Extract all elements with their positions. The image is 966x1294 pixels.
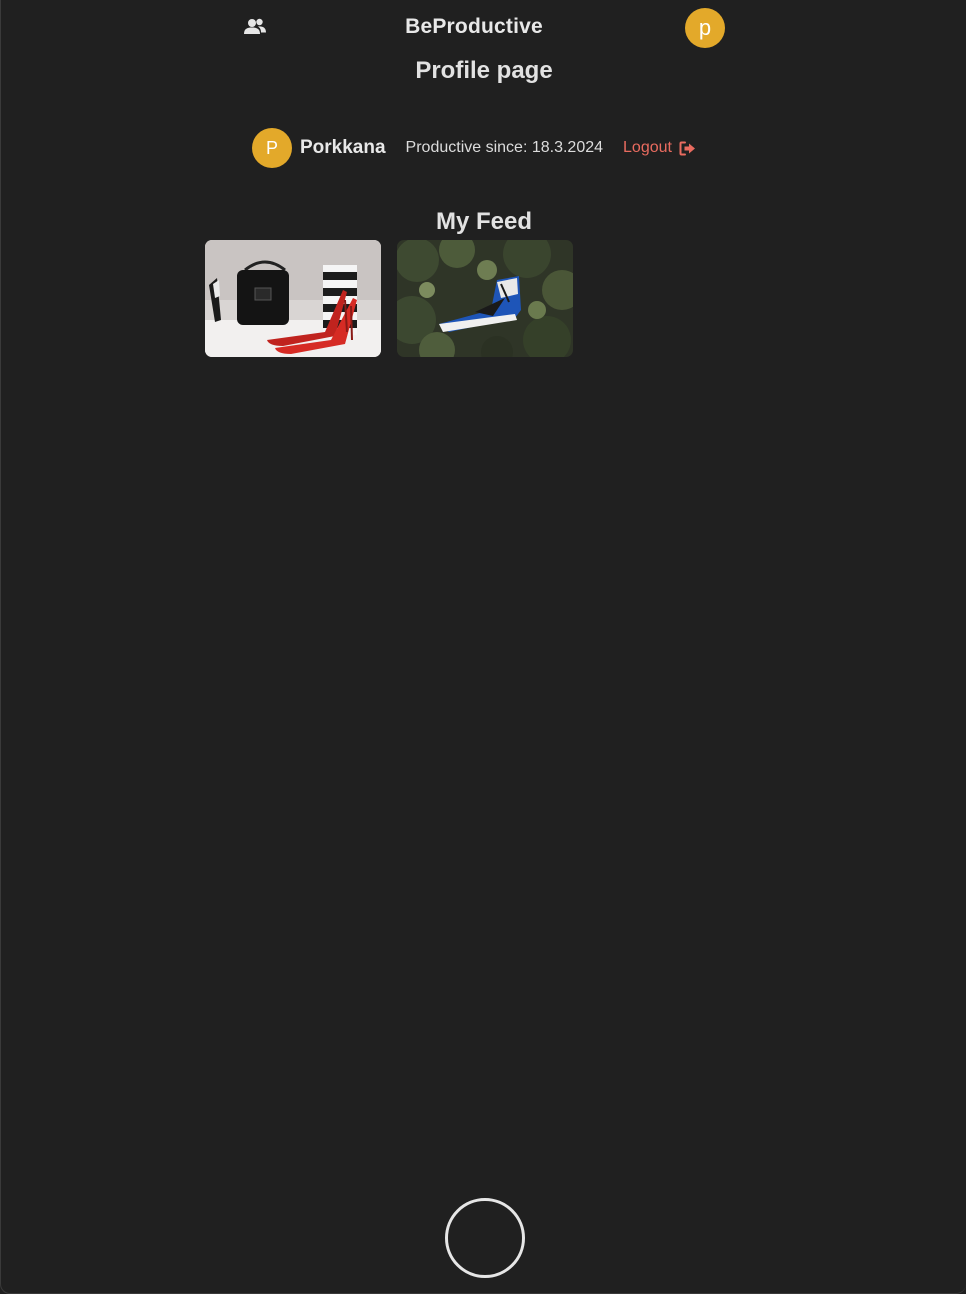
- logout-button[interactable]: Logout: [623, 139, 696, 157]
- feed-item-sneaker[interactable]: [397, 240, 573, 357]
- feed-item-shoes-bag[interactable]: [205, 240, 381, 357]
- profile-row: P Porkkana Productive since: 18.3.2024 L…: [252, 128, 696, 168]
- feed-title: My Feed: [435, 208, 533, 235]
- app-window: BeProductive p Profile page P Porkkana P…: [0, 0, 966, 1294]
- feed-grid: [205, 240, 573, 357]
- username: Porkkana: [300, 137, 386, 158]
- app-title: BeProductive: [405, 15, 543, 38]
- logout-label: Logout: [623, 139, 672, 156]
- productive-since: Productive since: 18.3.2024: [405, 139, 604, 156]
- capture-button[interactable]: [445, 1198, 525, 1278]
- sign-out-icon: [679, 141, 696, 156]
- page-title: Profile page: [415, 57, 553, 84]
- header-avatar[interactable]: p: [685, 8, 725, 48]
- avatar: P: [252, 128, 292, 168]
